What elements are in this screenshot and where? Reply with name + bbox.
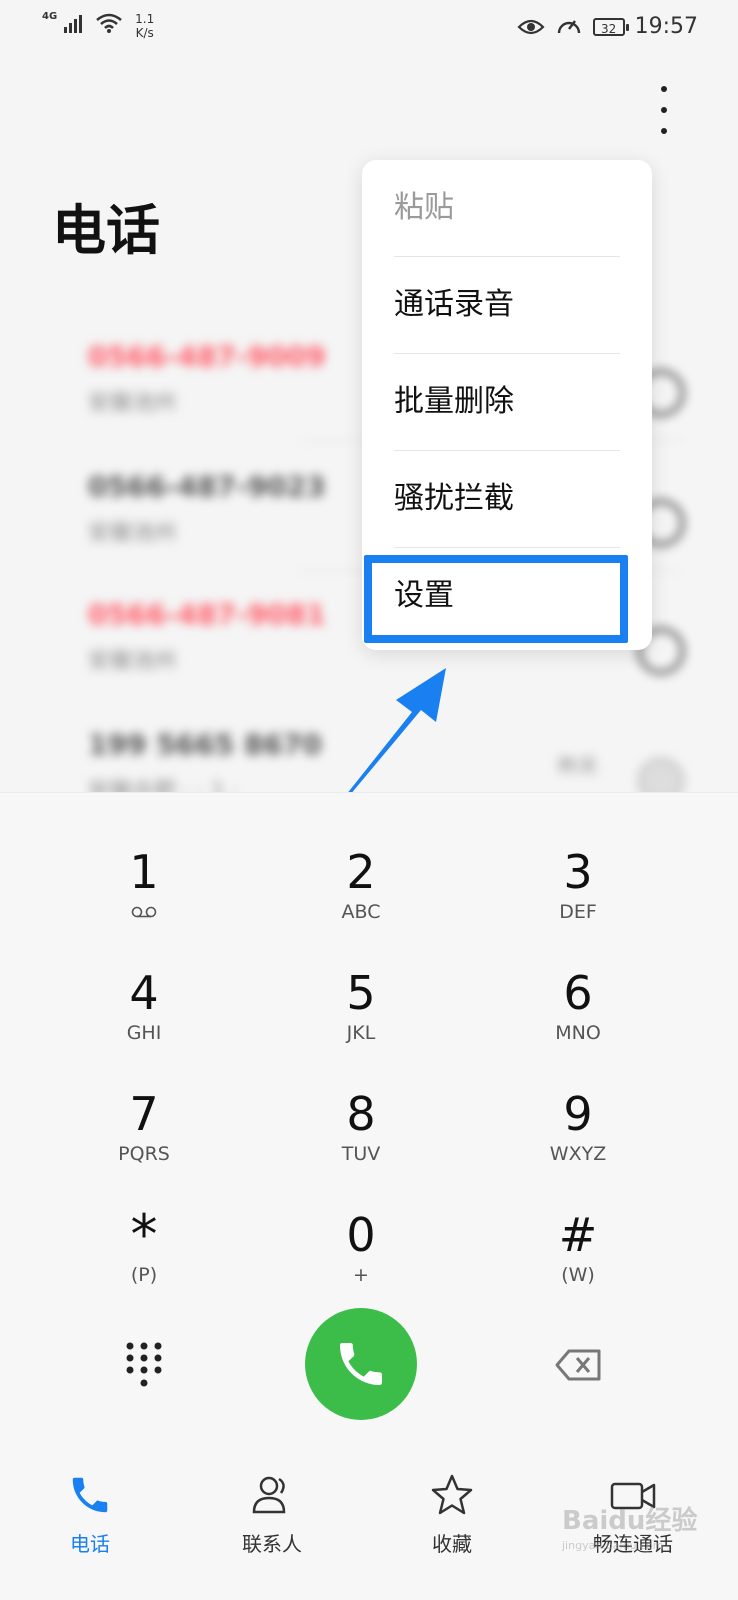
dial-key-6[interactable]: 6 MNO bbox=[498, 966, 658, 1066]
data-saver-icon bbox=[557, 19, 580, 33]
watermark-text: Baidu经验 bbox=[562, 1506, 698, 1536]
more-dot-icon bbox=[661, 128, 667, 134]
dial-key-9[interactable]: 9 WXYZ bbox=[498, 1087, 658, 1187]
dial-digit: 2 bbox=[346, 845, 376, 899]
dial-digit: # bbox=[558, 1208, 598, 1262]
dial-digit: 4 bbox=[129, 966, 159, 1020]
dial-digit: 9 bbox=[563, 1087, 593, 1141]
keypad-toggle-icon[interactable] bbox=[122, 1340, 166, 1390]
dial-digit: * bbox=[130, 1203, 158, 1266]
dial-digit: 7 bbox=[129, 1087, 159, 1141]
voicemail-icon bbox=[131, 906, 157, 918]
settings-highlight-box bbox=[364, 555, 628, 643]
network-type: 4G bbox=[42, 11, 58, 22]
menu-item-harassment-block[interactable]: 骚扰拦截 bbox=[394, 451, 620, 547]
dial-key-3[interactable]: 3 DEF bbox=[498, 845, 658, 945]
more-dot-icon bbox=[661, 86, 667, 92]
dial-letters: DEF bbox=[559, 901, 597, 923]
nav-label: 联系人 bbox=[242, 1532, 302, 1556]
dial-digit: 8 bbox=[346, 1087, 376, 1141]
clock: 19:57 bbox=[634, 14, 698, 39]
wifi-icon bbox=[96, 13, 122, 33]
call-log-number: 199 5665 8670 bbox=[88, 728, 322, 761]
menu-item-paste: 粘贴 bbox=[394, 190, 454, 225]
menu-item-call-recording[interactable]: 通话录音 bbox=[394, 257, 620, 353]
more-options-button[interactable] bbox=[652, 86, 676, 134]
dial-letters: PQRS bbox=[118, 1143, 170, 1165]
status-left: 4G 1.1 K/s bbox=[42, 11, 154, 41]
watermark-subtext: jingyan.baidu.com bbox=[562, 1539, 664, 1552]
menu-item-batch-delete[interactable]: 批量删除 bbox=[394, 354, 620, 450]
dial-key-hash[interactable]: # (W) bbox=[498, 1208, 658, 1308]
eye-comfort-icon bbox=[517, 19, 545, 34]
dial-letters: (W) bbox=[561, 1264, 595, 1286]
dial-digit: 1 bbox=[129, 845, 159, 899]
speed-value: 1.1 bbox=[135, 12, 155, 26]
dial-digit: 6 bbox=[563, 966, 593, 1020]
nav-item-phone[interactable]: 电话 bbox=[20, 1472, 160, 1582]
dial-key-1[interactable]: 1 bbox=[64, 845, 224, 945]
dial-digit: 3 bbox=[563, 845, 593, 899]
dial-key-4[interactable]: 4 GHI bbox=[64, 966, 224, 1066]
signal-icon bbox=[64, 15, 83, 33]
status-bar: 4G 1.1 K/s 32 19:57 bbox=[0, 0, 738, 56]
dial-key-8[interactable]: 8 TUV bbox=[281, 1087, 441, 1187]
contacts-icon bbox=[252, 1476, 286, 1514]
dial-key-0[interactable]: 0 + bbox=[281, 1208, 441, 1308]
dial-letters: WXYZ bbox=[549, 1143, 607, 1165]
nav-label: 电话 bbox=[70, 1532, 110, 1556]
dial-letters: JKL bbox=[346, 1022, 376, 1044]
dial-letters: + bbox=[353, 1264, 369, 1286]
page-title: 电话 bbox=[52, 199, 160, 262]
dial-digit: 0 bbox=[346, 1208, 376, 1262]
more-dot-icon bbox=[661, 107, 667, 113]
dial-letters: TUV bbox=[341, 1143, 381, 1165]
dial-key-5[interactable]: 5 JKL bbox=[281, 966, 441, 1066]
dial-letters: GHI bbox=[126, 1022, 162, 1044]
dial-letters: (P) bbox=[130, 1264, 158, 1286]
backspace-icon[interactable] bbox=[555, 1347, 603, 1383]
speed-unit: K/s bbox=[135, 26, 154, 40]
dial-key-7[interactable]: 7 PQRS bbox=[64, 1087, 224, 1187]
phone-icon bbox=[340, 1343, 382, 1385]
dial-letters: MNO bbox=[555, 1022, 601, 1044]
status-right: 32 19:57 bbox=[517, 14, 698, 39]
nav-item-contacts[interactable]: 联系人 bbox=[202, 1472, 342, 1582]
dial-key-2[interactable]: 2 ABC bbox=[281, 845, 441, 945]
nav-label: 收藏 bbox=[432, 1532, 472, 1556]
dial-digit: 5 bbox=[346, 966, 376, 1020]
call-log-time: 昨天 bbox=[558, 754, 598, 778]
dial-key-star[interactable]: * (P) bbox=[64, 1208, 224, 1308]
baidu-watermark: Baidu经验 jingyan.baidu.com bbox=[562, 1500, 697, 1552]
battery-indicator: 32 bbox=[592, 17, 629, 36]
star-icon bbox=[431, 1474, 473, 1515]
network-speed: 1.1 K/s bbox=[135, 12, 154, 40]
nav-item-favorites[interactable]: 收藏 bbox=[382, 1472, 522, 1582]
call-button[interactable] bbox=[305, 1308, 417, 1420]
dial-letters: ABC bbox=[341, 901, 381, 923]
phone-icon bbox=[72, 1477, 108, 1513]
